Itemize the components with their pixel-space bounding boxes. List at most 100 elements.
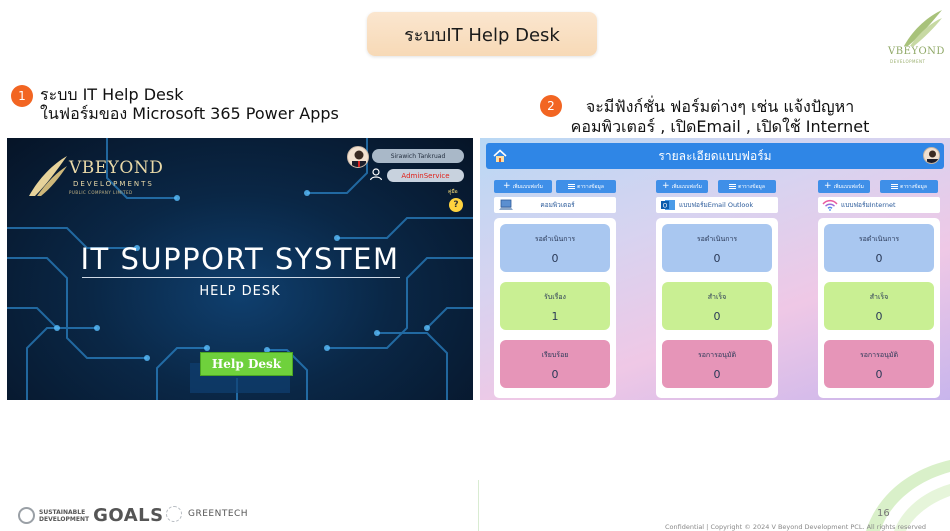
brand-tagline: DEVELOPMENT <box>890 59 926 64</box>
status-card-value: 0 <box>713 252 721 265</box>
add-form-label: เพิ่มแบบฟอร์ม <box>671 183 702 190</box>
form-column-email: + เพิ่มแบบฟอร์ม ตารางข้อมูล O แบบฟอร์มEm… <box>656 180 778 398</box>
title-divider <box>82 277 400 278</box>
status-card-label: รอดำเนินการ <box>534 235 576 243</box>
status-card-label: รอดำเนินการ <box>858 235 900 243</box>
status-card-success[interactable]: สำเร็จ 0 <box>662 282 772 330</box>
brand-logo: VBEYOND DEVELOPMENT <box>888 8 948 68</box>
status-card-pending[interactable]: รอดำเนินการ 0 <box>824 224 934 272</box>
it-support-title: IT SUPPORT SYSTEM <box>80 242 400 276</box>
user-avatar[interactable] <box>347 146 369 168</box>
plus-icon: + <box>662 181 670 191</box>
plus-icon: + <box>503 181 511 191</box>
greentech-label: GREENTECH <box>188 509 249 519</box>
sdg-line-2: DEVELOPMENT <box>39 515 90 523</box>
point-2-line-1: จะมีฟังก์ชั่น ฟอร์มต่างๆ เช่น แจ้งปัญหา <box>585 97 855 116</box>
status-card-label: รอการอนุมัติ <box>697 351 737 359</box>
form-details-title: รายละเอียดแบบฟอร์ม <box>658 148 772 163</box>
data-table-label: ตารางข้อมูล <box>900 183 927 190</box>
page-number: 16 <box>877 508 890 519</box>
help-manual-label: คู่มือ <box>448 189 458 195</box>
vbeyond-wing-icon <box>29 156 67 196</box>
point-1-badge: 1 <box>11 85 33 107</box>
form-type-label: แบบฟอร์มInternet <box>841 201 896 209</box>
status-card-label: สำเร็จ <box>869 293 889 301</box>
status-card-label: รอดำเนินการ <box>696 235 738 243</box>
add-form-button[interactable]: + เพิ่มแบบฟอร์ม <box>494 180 552 193</box>
data-table-button[interactable]: ตารางข้อมูล <box>556 180 616 193</box>
sdg-goals: GOALS <box>93 505 164 526</box>
form-column-computer: + เพิ่มแบบฟอร์ม ตารางข้อมูล คอมพิวเตอร์ … <box>494 180 616 398</box>
status-card-pending[interactable]: รอดำเนินการ 0 <box>500 224 610 272</box>
status-card-awaiting-approval[interactable]: รอการอนุมัติ 0 <box>662 340 772 388</box>
point-2-line-2: คอมพิวเตอร์ , เปิดEmail , เปิดใช้ Intern… <box>570 117 870 136</box>
status-card-label: เรียบร้อย <box>541 351 569 359</box>
leaf-logo-icon <box>904 10 942 46</box>
computer-icon <box>499 199 513 210</box>
point-2-badge: 2 <box>540 95 562 117</box>
form-type-email[interactable]: O แบบฟอร์มEmail Outlook <box>656 197 778 213</box>
add-form-label: เพิ่มแบบฟอร์ม <box>512 183 543 190</box>
slide-title: ระบบIT Help Desk <box>367 12 597 56</box>
home-icon[interactable] <box>492 148 508 164</box>
table-lines-icon <box>891 184 899 189</box>
status-card-value: 0 <box>875 310 883 323</box>
form-details-screen: รายละเอียดแบบฟอร์ม + เพิ่มแบบฟอร์ม ตาราง… <box>480 138 950 400</box>
point-1-line-2: ในฟอร์มของ Microsoft 365 Power Apps <box>40 104 339 123</box>
slide: ระบบIT Help Desk VBEYOND DEVELOPMENT 1 ร… <box>0 0 950 531</box>
data-table-label: ตารางข้อมูล <box>738 183 765 190</box>
leaf-decoration-icon <box>866 460 950 531</box>
status-card-pending[interactable]: รอดำเนินการ 0 <box>662 224 772 272</box>
help-question-icon[interactable]: ? <box>449 198 463 212</box>
status-board: รอดำเนินการ 0 รับเรื่อง 1 เรียบร้อย 0 <box>494 218 616 398</box>
status-card-value: 0 <box>875 368 883 381</box>
greentech-icon <box>166 506 182 522</box>
point-1-text: ระบบ IT Help Desk ในฟอร์มของ Microsoft 3… <box>40 85 339 123</box>
copyright-text: Confidential | Copyright © 2024 V Beyond… <box>665 523 926 531</box>
status-card-value: 0 <box>875 252 883 265</box>
data-table-button[interactable]: ตารางข้อมูล <box>718 180 776 193</box>
add-form-button[interactable]: + เพิ่มแบบฟอร์ม <box>818 180 870 193</box>
help-desk-subtitle: HELP DESK <box>199 284 281 299</box>
user-name-pill[interactable]: Sirawich Tankruad <box>372 149 464 163</box>
plus-icon: + <box>824 181 832 191</box>
vbeyond-logo: VBEYOND DEVELOPMENTS PUBLIC COMPANY LIMI… <box>25 150 165 200</box>
status-board: รอดำเนินการ 0 สำเร็จ 0 รอการอนุมัติ 0 <box>818 218 940 398</box>
point-2-text: จะมีฟังก์ชั่น ฟอร์มต่างๆ เช่น แจ้งปัญหา … <box>560 97 880 137</box>
table-lines-icon <box>729 184 737 189</box>
help-desk-button[interactable]: Help Desk <box>200 352 293 376</box>
form-type-label: แบบฟอร์มEmail Outlook <box>679 201 754 209</box>
greentech-logo: GREENTECH <box>166 506 248 522</box>
svg-text:O: O <box>663 203 668 210</box>
it-logo-name: VBEYOND <box>69 158 164 178</box>
sdg-line-1: SUSTAINABLE <box>39 508 86 516</box>
status-card-label: สำเร็จ <box>707 293 727 301</box>
un-globe-icon <box>18 507 35 524</box>
form-type-internet[interactable]: แบบฟอร์มInternet <box>818 197 940 213</box>
form-type-computer[interactable]: คอมพิวเตอร์ <box>494 197 616 213</box>
sdg-text: SUSTAINABLE DEVELOPMENT <box>39 509 89 523</box>
it-support-screen: VBEYOND DEVELOPMENTS PUBLIC COMPANY LIMI… <box>7 138 473 400</box>
status-card-value: 0 <box>713 368 721 381</box>
data-table-label: ตารางข้อมูล <box>577 183 604 190</box>
add-form-label: เพิ่มแบบฟอร์ม <box>833 183 864 190</box>
status-card-done[interactable]: เรียบร้อย 0 <box>500 340 610 388</box>
status-card-success[interactable]: สำเร็จ 0 <box>824 282 934 330</box>
status-card-value: 1 <box>551 310 559 323</box>
status-card-received[interactable]: รับเรื่อง 1 <box>500 282 610 330</box>
form-column-internet: + เพิ่มแบบฟอร์ม ตารางข้อมูล แบบฟอร์มInte… <box>818 180 940 398</box>
outlook-icon: O <box>661 200 675 210</box>
form-details-header: รายละเอียดแบบฟอร์ม <box>486 143 944 169</box>
it-logo-sub: DEVELOPMENTS <box>73 180 154 188</box>
point-1-line-1: ระบบ IT Help Desk <box>40 85 184 104</box>
sdg-logo: SUSTAINABLE DEVELOPMENT GOALS <box>18 505 164 526</box>
admin-service-button[interactable]: AdminService <box>387 169 464 182</box>
add-form-button[interactable]: + เพิ่มแบบฟอร์ม <box>656 180 708 193</box>
status-card-value: 0 <box>551 252 559 265</box>
form-user-avatar[interactable] <box>923 147 940 164</box>
status-card-awaiting-approval[interactable]: รอการอนุมัติ 0 <box>824 340 934 388</box>
data-table-button[interactable]: ตารางข้อมูล <box>880 180 938 193</box>
status-card-label: รับเรื่อง <box>544 293 566 301</box>
status-card-label: รอการอนุมัติ <box>859 351 899 359</box>
status-card-value: 0 <box>551 368 559 381</box>
